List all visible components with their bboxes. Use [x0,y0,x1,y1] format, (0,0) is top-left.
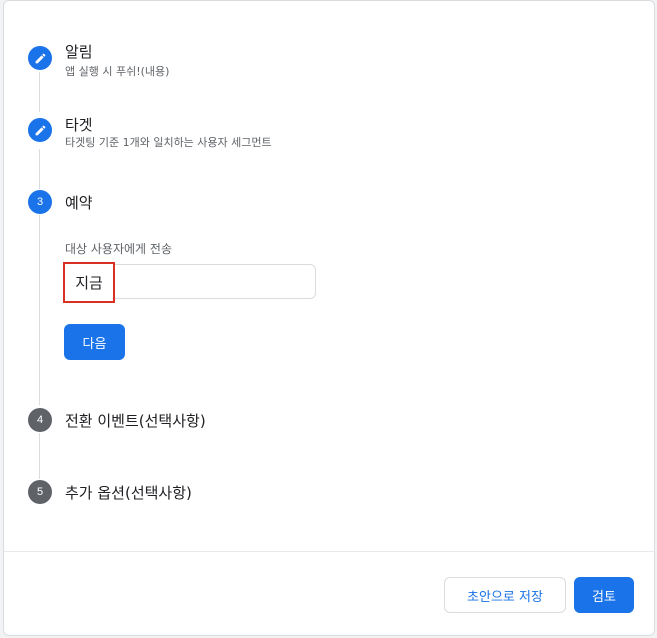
step-4-title[interactable]: 전환 이벤트(선택사항) [65,410,206,431]
step-connector [39,72,40,112]
campaign-stepper-card: 알림 앱 실행 시 푸쉬!(내용) 타겟 타겟팅 기준 1개와 일치하는 사용자… [3,0,655,636]
step-1-summary: 앱 실행 시 푸쉬!(내용) [65,65,170,78]
step-connector [39,215,40,405]
step-4-indicator[interactable]: 4 [28,408,52,432]
footer-divider [4,551,654,552]
save-draft-button[interactable]: 초안으로 저장 [444,577,566,613]
step-5-indicator[interactable]: 5 [28,480,52,504]
review-button[interactable]: 검토 [574,577,634,613]
step-1-indicator[interactable] [28,46,52,70]
next-button[interactable]: 다음 [64,324,125,360]
step-3-title[interactable]: 예약 [65,192,93,213]
send-to-users-label: 대상 사용자에게 전송 [65,242,172,256]
pencil-icon [35,125,45,135]
send-timing-selected-value[interactable]: 지금 [63,262,115,303]
step-2-indicator[interactable] [28,118,52,142]
send-timing-select[interactable]: 지금 [63,262,316,303]
step-connector [39,149,40,189]
step-5-title[interactable]: 추가 옵션(선택사항) [65,482,192,503]
step-connector [39,433,40,479]
step-3-indicator[interactable]: 3 [28,190,52,214]
step-2-title[interactable]: 타겟 [65,114,93,135]
pencil-icon [35,53,45,63]
step-2-summary: 타겟팅 기준 1개와 일치하는 사용자 세그먼트 [65,136,272,149]
step-1-title[interactable]: 알림 [65,41,93,62]
